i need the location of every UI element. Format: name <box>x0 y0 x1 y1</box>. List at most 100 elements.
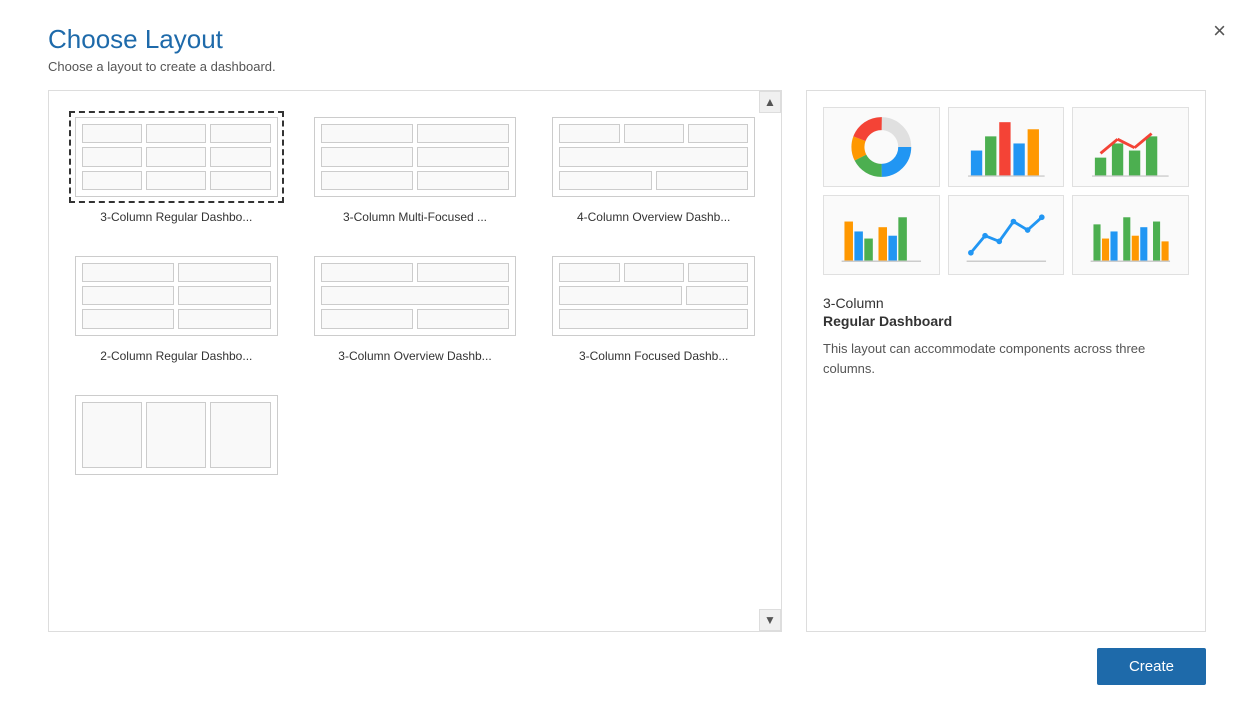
layout-label: 2-Column Regular Dashbo... <box>100 348 252 365</box>
thumb-cell <box>82 263 174 282</box>
layout-item-3col-multifocused[interactable]: 3-Column Multi-Focused ... <box>304 107 527 230</box>
preview-name-top: 3-Column <box>823 295 1189 311</box>
thumb-cell <box>686 286 748 305</box>
layout-thumbnail <box>552 256 755 336</box>
layout-thumbnail-wrapper <box>69 111 284 203</box>
thumb-row <box>321 171 510 190</box>
dialog-header: Choose Layout Choose a layout to create … <box>0 0 1254 90</box>
preview-name-bold: Regular Dashboard <box>823 313 1189 329</box>
thumb-cell <box>559 309 748 328</box>
layout-thumbnail-wrapper <box>308 250 523 342</box>
thumb-cell <box>417 124 509 143</box>
dialog-title: Choose Layout <box>48 24 1222 55</box>
layout-thumbnail-wrapper <box>546 250 761 342</box>
layout-item-3col-overview[interactable]: 3-Column Overview Dashb... <box>304 246 527 369</box>
thumb-cell <box>82 402 142 468</box>
preview-chart-bar3 <box>823 195 940 275</box>
thumb-cell <box>559 263 619 282</box>
scroll-down-arrow[interactable]: ▼ <box>759 609 781 631</box>
layout-thumbnail-wrapper <box>308 111 523 203</box>
thumb-cell <box>178 263 270 282</box>
layout-thumbnail <box>552 117 755 197</box>
preview-chart-donut <box>823 107 940 187</box>
thumb-cell <box>210 171 270 190</box>
thumb-cell <box>559 147 748 166</box>
dialog-body: 3-Column Regular Dashbo... 3-Column Multi… <box>0 90 1254 632</box>
layout-item-4col-overview[interactable]: 4-Column Overview Dashb... <box>542 107 765 230</box>
thumb-cell <box>210 124 270 143</box>
thumb-cell <box>178 286 270 305</box>
thumb-cell <box>321 309 413 328</box>
choose-layout-dialog: Choose Layout Choose a layout to create … <box>0 0 1254 701</box>
thumb-row <box>559 124 748 143</box>
create-button[interactable]: Create <box>1097 648 1206 685</box>
thumb-cell <box>82 171 142 190</box>
thumb-row <box>82 309 271 328</box>
thumb-row <box>321 309 510 328</box>
layout-thumbnail <box>75 117 278 197</box>
layout-thumbnail <box>314 117 517 197</box>
thumb-row <box>82 263 271 282</box>
thumb-row <box>559 309 748 328</box>
layout-item-3col-focused[interactable]: 3-Column Focused Dashb... <box>542 246 765 369</box>
preview-info: 3-Column Regular Dashboard This layout c… <box>823 295 1189 378</box>
layout-thumbnail-wrapper <box>69 250 284 342</box>
thumb-row <box>82 402 271 468</box>
thumb-cell <box>146 402 206 468</box>
layout-label: 4-Column Overview Dashb... <box>577 209 730 226</box>
thumb-cell <box>321 263 413 282</box>
thumb-cell <box>688 263 748 282</box>
thumb-cell <box>321 171 413 190</box>
thumb-row <box>559 286 748 305</box>
layout-thumbnail <box>75 256 278 336</box>
preview-panel: 3-Column Regular Dashboard This layout c… <box>806 90 1206 632</box>
thumb-cell <box>82 147 142 166</box>
preview-chart-bar2 <box>1072 107 1189 187</box>
thumb-cell <box>559 286 681 305</box>
preview-chart-bar1 <box>948 107 1065 187</box>
thumb-cell <box>82 124 142 143</box>
thumb-row <box>82 124 271 143</box>
thumb-cell <box>417 309 509 328</box>
preview-chart-grouped-bar <box>1072 195 1189 275</box>
layout-label: 3-Column Multi-Focused ... <box>343 209 487 226</box>
layout-label: 3-Column Regular Dashbo... <box>100 209 252 226</box>
thumb-cell <box>688 124 748 143</box>
thumb-row <box>321 263 510 282</box>
thumb-row <box>82 286 271 305</box>
thumb-row <box>321 286 510 305</box>
layout-label: 3-Column Overview Dashb... <box>338 348 491 365</box>
thumb-cell <box>146 171 206 190</box>
dialog-footer: Create <box>0 632 1254 701</box>
layout-label: 3-Column Focused Dashb... <box>579 348 728 365</box>
preview-chart-line <box>948 195 1065 275</box>
thumb-row <box>559 263 748 282</box>
thumb-cell <box>417 147 509 166</box>
thumb-cell <box>178 309 270 328</box>
thumb-cell <box>82 309 174 328</box>
scroll-up-arrow[interactable]: ▲ <box>759 91 781 113</box>
preview-description: This layout can accommodate components a… <box>823 339 1189 378</box>
layout-list-container: 3-Column Regular Dashbo... 3-Column Multi… <box>48 90 782 632</box>
thumb-cell <box>321 147 413 166</box>
thumb-row <box>321 147 510 166</box>
thumb-cell <box>321 286 510 305</box>
layout-item-2col-regular[interactable]: 2-Column Regular Dashbo... <box>65 246 288 369</box>
thumb-cell <box>82 286 174 305</box>
thumb-row <box>559 171 748 190</box>
layout-thumbnail <box>314 256 517 336</box>
thumb-row <box>82 147 271 166</box>
thumb-cell <box>624 263 684 282</box>
thumb-cell <box>624 124 684 143</box>
layout-item-partial[interactable] <box>65 385 288 485</box>
thumb-cell <box>210 147 270 166</box>
layout-item-3col-regular[interactable]: 3-Column Regular Dashbo... <box>65 107 288 230</box>
thumb-cell <box>146 124 206 143</box>
layout-list-scroll[interactable]: 3-Column Regular Dashbo... 3-Column Multi… <box>49 91 781 631</box>
thumb-cell <box>417 171 509 190</box>
thumb-row <box>82 171 271 190</box>
layout-thumbnail <box>75 395 278 475</box>
thumb-cell <box>559 124 619 143</box>
close-button[interactable]: × <box>1213 20 1226 42</box>
thumb-cell <box>146 147 206 166</box>
